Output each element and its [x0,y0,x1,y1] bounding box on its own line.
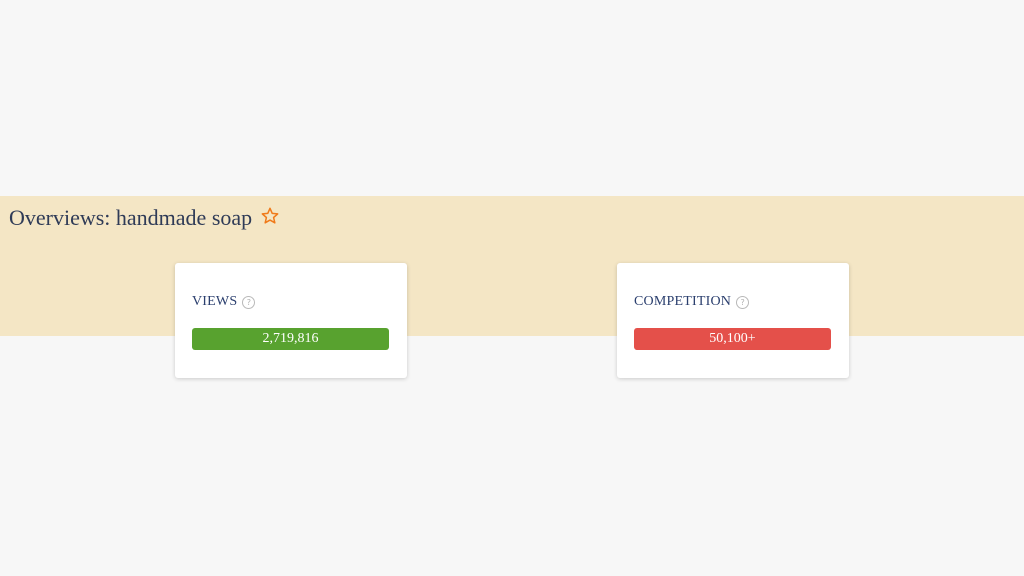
competition-card: COMPETITION ? 50,100+ [617,263,849,378]
page-title: Overviews: handmade soap [9,205,253,230]
star-icon[interactable] [260,206,280,226]
competition-label: COMPETITION [634,294,732,309]
views-label-row: VIEWS ? [192,294,256,310]
views-label: VIEWS [192,294,238,309]
views-help-icon[interactable]: ? [242,295,256,309]
competition-value-bar: 50,100+ [634,328,831,350]
views-card: VIEWS ? 2,719,816 [175,263,407,378]
page: Overviews: handmade soap VIEWS ? 2,719,8… [0,0,1024,576]
competition-help-icon[interactable]: ? [736,295,750,309]
competition-label-row: COMPETITION ? [634,294,750,310]
title-row: Overviews: handmade soap [9,204,280,232]
views-value-bar: 2,719,816 [192,328,389,350]
